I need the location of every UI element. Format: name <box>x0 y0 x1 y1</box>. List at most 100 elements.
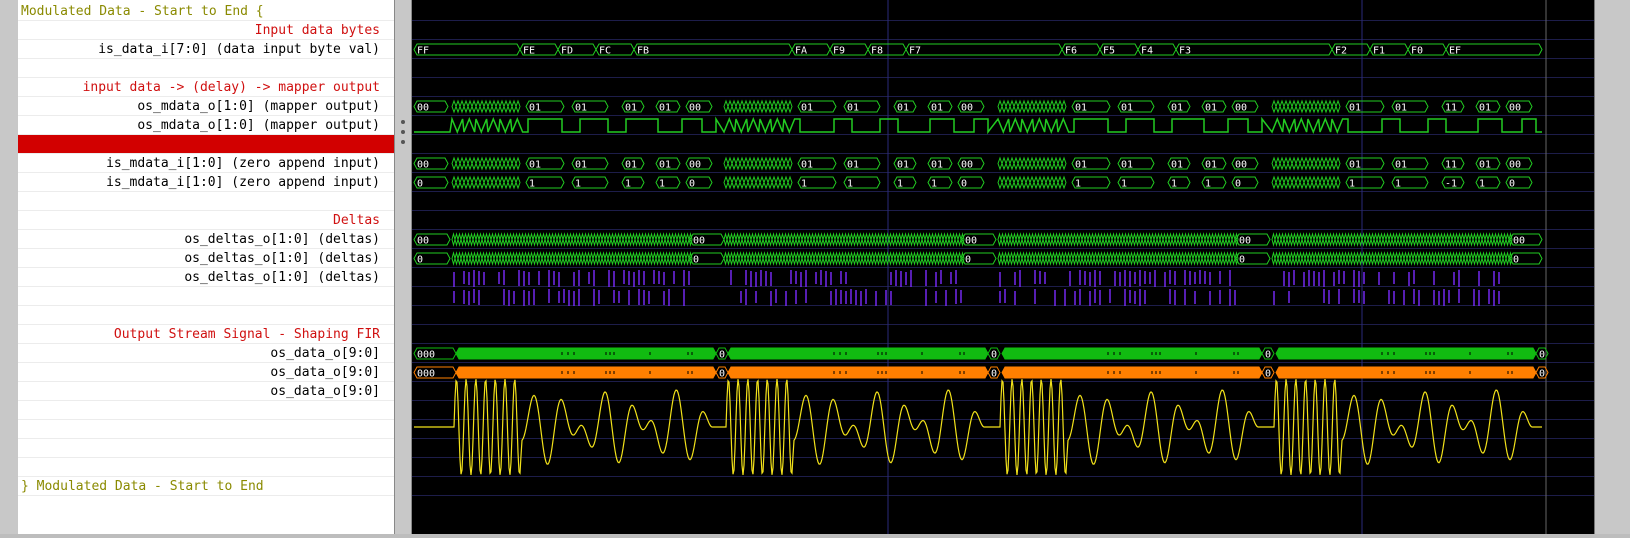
signal-name[interactable]: os_data_o[9:0] <box>18 363 394 382</box>
zero-append-signed-bus: 0 <box>413 176 449 190</box>
mapper-output-bus-burst <box>1271 99 1341 114</box>
deltas-signed-bus: 0 <box>689 252 725 266</box>
splitter-grip[interactable] <box>401 130 405 134</box>
signal-name[interactable]: os_deltas_o[1:0] (deltas) <box>18 249 394 268</box>
zero-append-signed-bus: 1 <box>1071 176 1111 190</box>
splitter-grip[interactable] <box>401 140 405 144</box>
bus-value-label: 1 <box>1349 179 1355 190</box>
pane-splitter[interactable] <box>394 0 412 534</box>
bus-value-label: F9 <box>833 46 845 57</box>
deltas-bus: 00 <box>413 233 451 247</box>
bus-value-label: 01 <box>1395 103 1407 114</box>
bus-value-label: FD <box>561 46 573 57</box>
zero-append-bus-burst <box>723 156 793 171</box>
bus-segment <box>633 43 793 56</box>
blank-row[interactable] <box>18 192 394 211</box>
zero-append-bus: 00 <box>1231 157 1259 171</box>
comment-label[interactable]: Output Stream Signal - Shaping FIR <box>18 325 394 344</box>
signal-name[interactable]: is_data_i[7:0] (data input byte val) <box>18 40 394 59</box>
selected-row[interactable] <box>18 135 394 154</box>
blank-row[interactable] <box>18 458 394 477</box>
signal-name-text: os_deltas_o[1:0] (deltas) <box>184 270 380 285</box>
bus-segment <box>413 43 521 56</box>
zero-append-signed-bus: 1 <box>797 176 837 190</box>
bus-value-label: 000 <box>417 350 435 361</box>
mapper-output-bus: 11 <box>1441 100 1465 114</box>
zero-append-bus: 01 <box>1475 157 1501 171</box>
shaping-fir-bus-orange: 000 <box>413 366 457 380</box>
signal-name[interactable]: os_deltas_o[1:0] (deltas) <box>18 230 394 249</box>
zero-append-signed-bus: 0 <box>1231 176 1259 190</box>
mapper-output-bus: 01 <box>571 100 609 114</box>
bus-value-label: 00 <box>417 160 429 171</box>
signal-name[interactable]: os_data_o[9:0] <box>18 344 394 363</box>
signal-name-text: Input data bytes <box>254 23 380 38</box>
zero-append-signed-bus-burst <box>451 175 521 190</box>
deltas-signed-bus: 0 <box>961 252 997 266</box>
mapper-output-bus: 00 <box>685 100 713 114</box>
splitter-grip[interactable] <box>401 120 405 124</box>
bus-value-label: 01 <box>1075 103 1087 114</box>
shaping-fir-bus: 0 <box>715 347 729 361</box>
bus-segment <box>727 347 989 360</box>
bus-value-label: 01 <box>801 103 813 114</box>
signal-name[interactable]: os_data_o[9:0] <box>18 382 394 401</box>
bus-value-label: F5 <box>1103 46 1115 57</box>
zero-append-bus: 01 <box>1345 157 1385 171</box>
blank-row[interactable] <box>18 287 394 306</box>
bus-value-label: 01 <box>1205 103 1217 114</box>
bus-value-label: FC <box>599 46 611 57</box>
bus-segment <box>1001 347 1263 360</box>
bus-value-label: 01 <box>529 103 541 114</box>
group-label[interactable]: } Modulated Data - Start to End <box>18 477 394 496</box>
signal-name[interactable]: os_mdata_o[1:0] (mapper output) <box>18 116 394 135</box>
signal-name-text: os_deltas_o[1:0] (deltas) <box>184 251 380 266</box>
blank-row[interactable] <box>18 306 394 325</box>
blank-row[interactable] <box>18 420 394 439</box>
zero-append-bus: 00 <box>957 157 985 171</box>
comment-label[interactable]: input data -> (delay) -> mapper output <box>18 78 394 97</box>
bus-segment <box>905 43 1063 56</box>
signal-name-panel[interactable]: Modulated Data - Start to End { Input dat… <box>18 0 394 534</box>
shaping-fir-bus-orange-segment <box>455 366 717 379</box>
comment-label[interactable]: Deltas <box>18 211 394 230</box>
blank-row[interactable] <box>18 439 394 458</box>
bus-value-label: 1 <box>931 179 937 190</box>
bus-value-label: F8 <box>871 46 883 57</box>
signal-name[interactable]: os_deltas_o[1:0] (deltas) <box>18 268 394 287</box>
zero-append-signed-bus: 1 <box>1201 176 1227 190</box>
signal-name-text: os_data_o[9:0] <box>270 346 380 361</box>
bus-value-label: 00 <box>689 103 701 114</box>
bus-value-label: 1 <box>1479 179 1485 190</box>
group-label[interactable]: Modulated Data - Start to End { <box>18 2 394 21</box>
bus-value-label: 01 <box>897 160 909 171</box>
mapper-output-bus: 01 <box>1391 100 1429 114</box>
bus-value-label: 01 <box>1075 160 1087 171</box>
signal-name-text: os_data_o[9:0] <box>270 365 380 380</box>
waveform-panel[interactable]: FF FE FD FC FB FA F9 F8 F7 F6 F5 F4 F3 F2 F1 F0 EF 00 01 01… <box>412 0 1594 534</box>
mapper-output-bus: 01 <box>621 100 645 114</box>
blank-row[interactable] <box>18 401 394 420</box>
bus-value-label: F1 <box>1373 46 1385 57</box>
mapper-output-bus: 01 <box>1345 100 1385 114</box>
bus-value-label: 1 <box>529 179 535 190</box>
shaping-fir-bus: 0 <box>1261 347 1275 361</box>
bus-value-label: 01 <box>625 103 637 114</box>
signal-name[interactable]: os_mdata_o[1:0] (mapper output) <box>18 97 394 116</box>
shaping-fir-bus-orange-segment <box>1275 366 1537 379</box>
bus-value-label: 00 <box>1509 103 1521 114</box>
signal-name-text: os_mdata_o[1:0] (mapper output) <box>137 99 380 114</box>
comment-label[interactable]: Input data bytes <box>18 21 394 40</box>
blank-row[interactable] <box>18 59 394 78</box>
zero-append-bus: 01 <box>927 157 953 171</box>
bus-value-label: 01 <box>897 103 909 114</box>
shaping-fir-analog-trace <box>414 378 1542 476</box>
signal-name[interactable]: is_mdata_i[1:0] (zero append input) <box>18 173 394 192</box>
signal-name[interactable]: is_mdata_i[1:0] (zero append input) <box>18 154 394 173</box>
bus-value-label: 1 <box>1121 179 1127 190</box>
bus-value-label: FB <box>637 46 649 57</box>
mapper-output-bus: 00 <box>413 100 449 114</box>
zero-append-bus: 00 <box>685 157 713 171</box>
shaping-fir-bus-orange-segment <box>727 366 989 379</box>
bus-value-label: 00 <box>961 160 973 171</box>
